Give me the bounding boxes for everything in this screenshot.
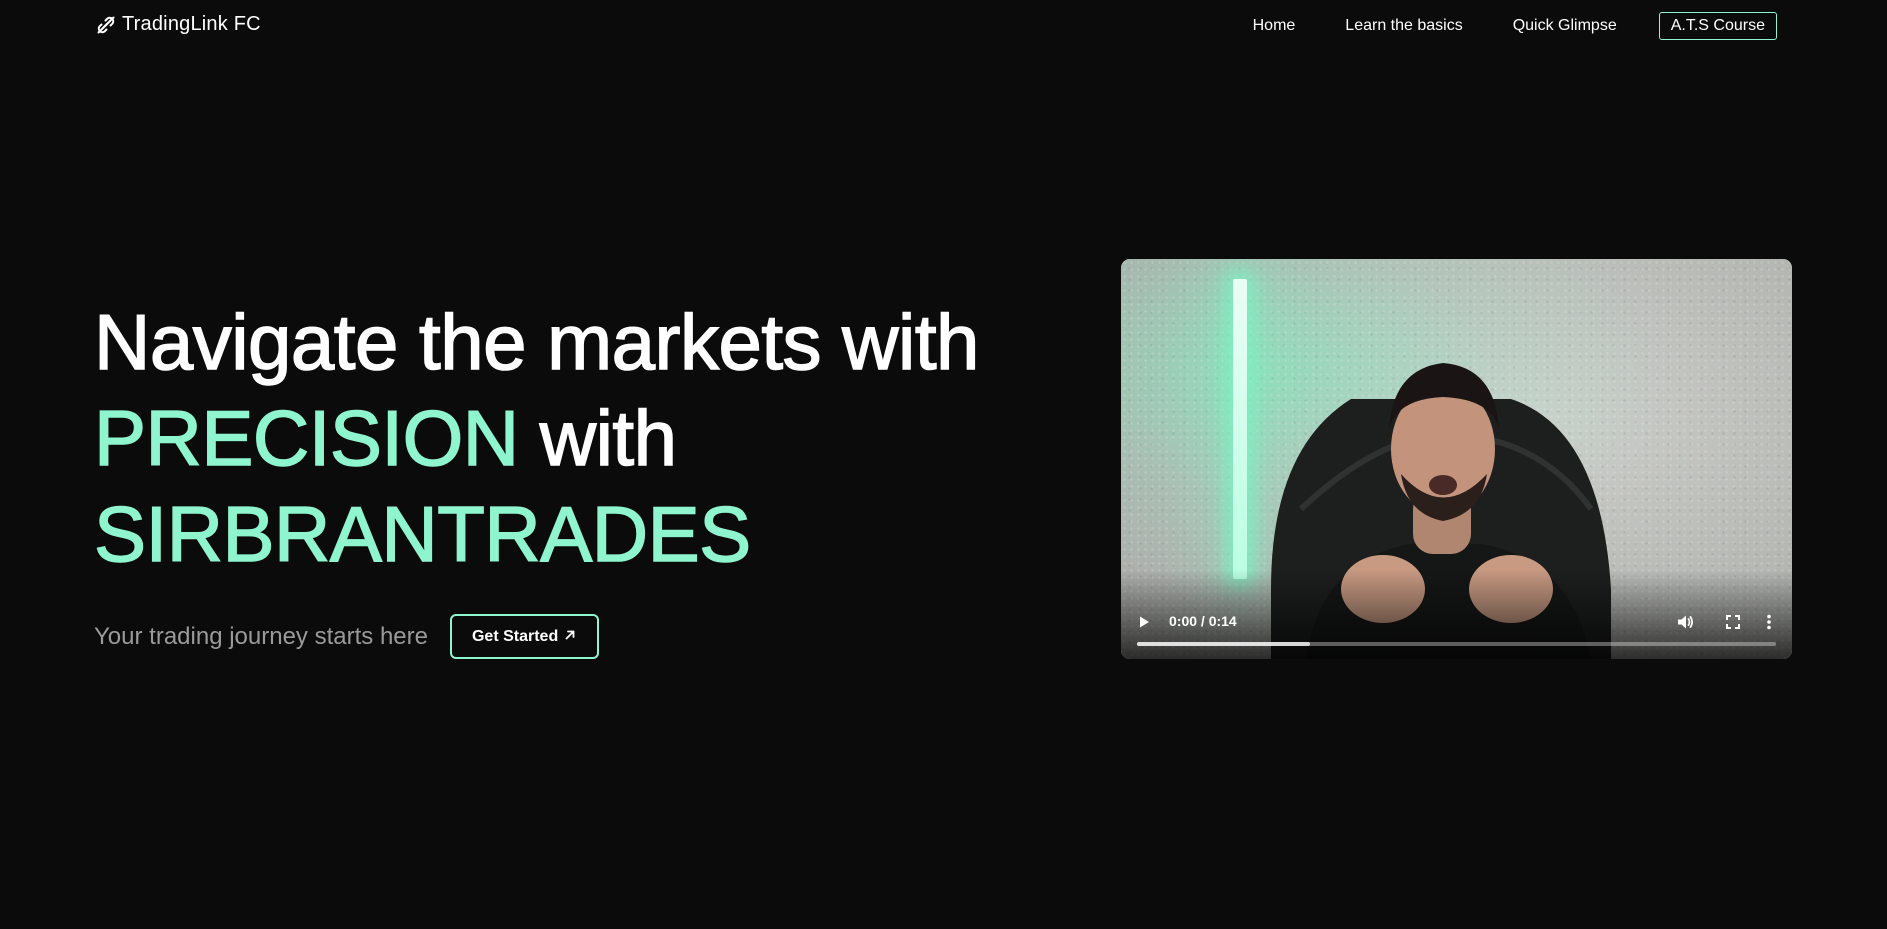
more-vertical-icon[interactable] [1758, 611, 1780, 633]
video-controls: 0:00 / 0:14 [1121, 589, 1792, 659]
ats-course-button[interactable]: A.T.S Course [1658, 12, 1777, 40]
video-time: 0:00 / 0:14 [1169, 613, 1237, 629]
get-started-button[interactable]: Get Started [449, 614, 600, 659]
headline-sirbrantrades: SIRBRANTRADES [93, 489, 752, 579]
nav-link-learn-the-basics[interactable]: Learn the basics [1345, 17, 1462, 35]
hero-tagline: Your trading journey starts here [94, 622, 428, 650]
hero-subrow: Your trading journey starts here Get Sta… [94, 614, 600, 659]
nav-link-quick-glimpse[interactable]: Quick Glimpse [1513, 17, 1617, 35]
headline-precision: PRECISION [93, 393, 520, 483]
nav-links: Home Learn the basics Quick Glimpse A.T.… [1253, 12, 1777, 40]
hero-section: Navigate the markets with PRECISION with… [93, 294, 980, 582]
get-started-label: Get Started [471, 627, 559, 645]
video-progress-buffered [1137, 642, 1310, 646]
fullscreen-icon[interactable] [1722, 611, 1744, 633]
play-icon[interactable] [1133, 611, 1155, 633]
top-nav: TradingLink FC Home Learn the basics Qui… [0, 0, 1887, 54]
volume-icon[interactable] [1674, 611, 1696, 633]
hero-headline: Navigate the markets with PRECISION with… [93, 294, 980, 582]
nav-link-home[interactable]: Home [1253, 17, 1296, 35]
headline-with: with [518, 393, 678, 483]
headline-line-1: Navigate the markets with [93, 297, 980, 387]
intro-video-player[interactable]: 0:00 / 0:14 [1121, 259, 1792, 659]
brand-name: TradingLink FC [122, 13, 261, 35]
video-progress-bar[interactable] [1137, 642, 1776, 646]
link-icon [96, 15, 116, 35]
arrow-up-right-icon [564, 628, 576, 646]
brand-logo[interactable]: TradingLink FC [96, 13, 261, 36]
